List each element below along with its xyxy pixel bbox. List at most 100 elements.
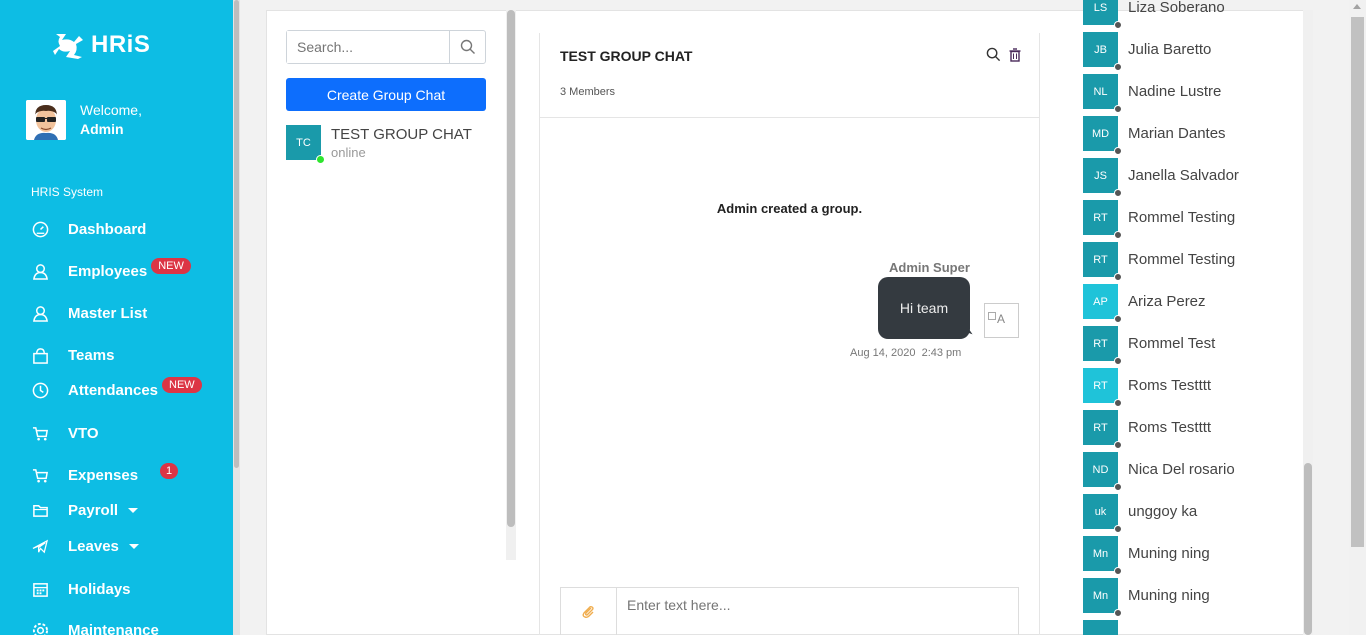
avatar: RT	[1083, 410, 1122, 449]
avatar-initials: JS	[1094, 169, 1107, 182]
avatar-initials: LS	[1093, 1, 1108, 14]
sidebar-item-label: Holidays	[68, 580, 131, 598]
sidebar-item-label: Master List	[68, 304, 148, 322]
member-list-item[interactable]: RT Rommel Test	[1083, 326, 1215, 365]
status-indicator	[1114, 273, 1122, 281]
scrollbar-thumb[interactable]	[507, 10, 515, 527]
brand-logo[interactable]: HRiS	[52, 30, 150, 60]
member-name: Rommel Testing	[1128, 209, 1236, 226]
member-name: Ariza Perez	[1128, 293, 1206, 310]
member-name: Nadine Lustre	[1128, 83, 1222, 100]
avatar-initials: RT	[1093, 253, 1108, 266]
member-list-item[interactable]: JB Julia Baretto	[1083, 32, 1211, 71]
sidebar-item-leaves[interactable]: Leaves	[31, 534, 139, 558]
member-list-item[interactable]: Mn Muning ning	[1083, 536, 1210, 575]
attach-button[interactable]	[561, 588, 617, 635]
sidebar-item-label: VTO	[68, 424, 99, 442]
scrollbar-thumb[interactable]	[1304, 463, 1312, 635]
status-indicator	[1114, 231, 1122, 239]
search-button[interactable]	[449, 31, 485, 63]
trash-icon[interactable]	[1009, 47, 1021, 62]
message-input[interactable]	[617, 588, 1018, 622]
chat-name: TEST GROUP CHAT	[331, 126, 472, 143]
clock-icon	[31, 381, 49, 399]
status-indicator	[1114, 399, 1122, 407]
avatar: AP	[1083, 284, 1122, 323]
avatar[interactable]	[26, 100, 66, 140]
new-badge: NEW	[151, 258, 191, 274]
search-input[interactable]	[287, 31, 449, 63]
status-indicator	[1114, 525, 1122, 533]
avatar: uk	[1083, 494, 1122, 533]
sidebar-item-teams[interactable]: Teams	[31, 343, 114, 367]
nav-section-label: HRIS System	[31, 185, 104, 199]
bag-icon	[31, 346, 49, 364]
folder-icon	[31, 501, 49, 519]
status-indicator	[1114, 357, 1122, 365]
cart-icon	[31, 466, 49, 484]
welcome-user-name: Admin	[80, 121, 124, 137]
members-list: LS Liza Soberano JB Julia Baretto NL Nadine L…	[1083, 0, 1298, 635]
sidebar-item-label: Payroll	[68, 501, 119, 519]
sidebar-item-label: Leaves	[68, 537, 119, 555]
message-date: Aug 14, 2020	[850, 347, 916, 359]
sidebar-scrollbar[interactable]	[233, 0, 240, 635]
sidebar-item-attendances[interactable]: Attendances NEW	[31, 377, 202, 402]
member-list-item[interactable]: MD Marian Dantes	[1083, 116, 1226, 155]
member-name: Liza Soberano	[1128, 0, 1225, 16]
chevron-down-icon[interactable]	[128, 543, 139, 549]
member-list-item[interactable]: RT Roms Testttt	[1083, 368, 1211, 407]
sidebar-item-dashboard[interactable]: Dashboard	[31, 217, 146, 241]
create-group-chat-button[interactable]: Create Group Chat	[286, 78, 486, 111]
avatar-initials: AP	[1093, 295, 1108, 308]
sidebar-item-holidays[interactable]: Holidays	[31, 577, 131, 601]
avatar: TC	[286, 125, 325, 164]
welcome-greeting: Welcome,	[80, 102, 142, 118]
member-list-item[interactable]: RT Roms Testttt	[1083, 410, 1211, 449]
member-list-item[interactable]: ND Nica Del rosario	[1083, 452, 1235, 491]
page-scrollbar[interactable]	[1349, 0, 1366, 635]
calendar-icon	[31, 580, 49, 598]
sidebar-item-employees[interactable]: Employees NEW	[31, 258, 191, 283]
avatar-initials: TC	[296, 136, 311, 149]
sidebar-item-master-list[interactable]: Master List	[31, 301, 147, 325]
scrollbar-thumb[interactable]	[1351, 17, 1364, 547]
avatar-initials: RT	[1093, 211, 1108, 224]
sidebar-item-maintenance[interactable]: Maintenance	[31, 618, 159, 635]
avatar: JB	[1083, 32, 1122, 71]
sidebar-item-expenses[interactable]: Expenses 1	[31, 463, 179, 487]
scroll-up-arrow[interactable]	[1353, 4, 1361, 9]
avatar: Mn	[1083, 578, 1122, 617]
avatar: RT	[1083, 326, 1122, 365]
chat-list-scrollbar[interactable]	[506, 10, 516, 560]
search-icon[interactable]	[986, 47, 1001, 62]
sidebar-item-label: Dashboard	[68, 220, 147, 238]
members-count[interactable]: 3 Members	[560, 86, 615, 98]
chevron-down-icon[interactable]	[128, 507, 139, 513]
member-list-item[interactable]: RT Rommel Testing	[1083, 200, 1236, 239]
sidebar-item-vto[interactable]: VTO	[31, 421, 99, 445]
member-list-item[interactable]: RT Rommel Testing	[1083, 242, 1235, 281]
member-list-item[interactable]: AP Ariza Perez	[1083, 284, 1206, 323]
avatar-initials: MD	[1091, 127, 1110, 140]
member-list-item[interactable]: uk unggoy ka	[1083, 494, 1197, 533]
avatar: MD	[1083, 116, 1122, 155]
sidebar-item-label: Attendances	[68, 381, 159, 399]
avatar: JS	[1083, 158, 1122, 197]
avatar: Mn	[1083, 536, 1122, 575]
member-name: Muning ning	[1128, 587, 1210, 604]
member-list-item[interactable]: Mn Muning ning	[1083, 578, 1210, 617]
member-list-item[interactable]: NL Nadine Lustre	[1083, 74, 1222, 113]
scrollbar-thumb[interactable]	[234, 0, 239, 468]
members-scrollbar[interactable]	[1303, 10, 1313, 635]
sidebar-item-payroll[interactable]: Payroll	[31, 498, 139, 522]
member-list-item[interactable]: LS Liza Soberano	[1083, 0, 1225, 29]
member-list-item[interactable]	[1083, 620, 1128, 635]
broken-image-icon	[988, 312, 996, 320]
member-list-item[interactable]: JS Janella Salvador	[1083, 158, 1239, 197]
status-indicator	[1114, 21, 1122, 29]
chat-header: TEST GROUP CHAT 3 Members	[540, 33, 1039, 118]
message-timestamp: Aug 14, 2020 2:43 pm	[850, 347, 961, 359]
chat-list-item[interactable]: TC TEST GROUP CHAT online	[286, 125, 472, 164]
message-composer	[560, 587, 1019, 635]
